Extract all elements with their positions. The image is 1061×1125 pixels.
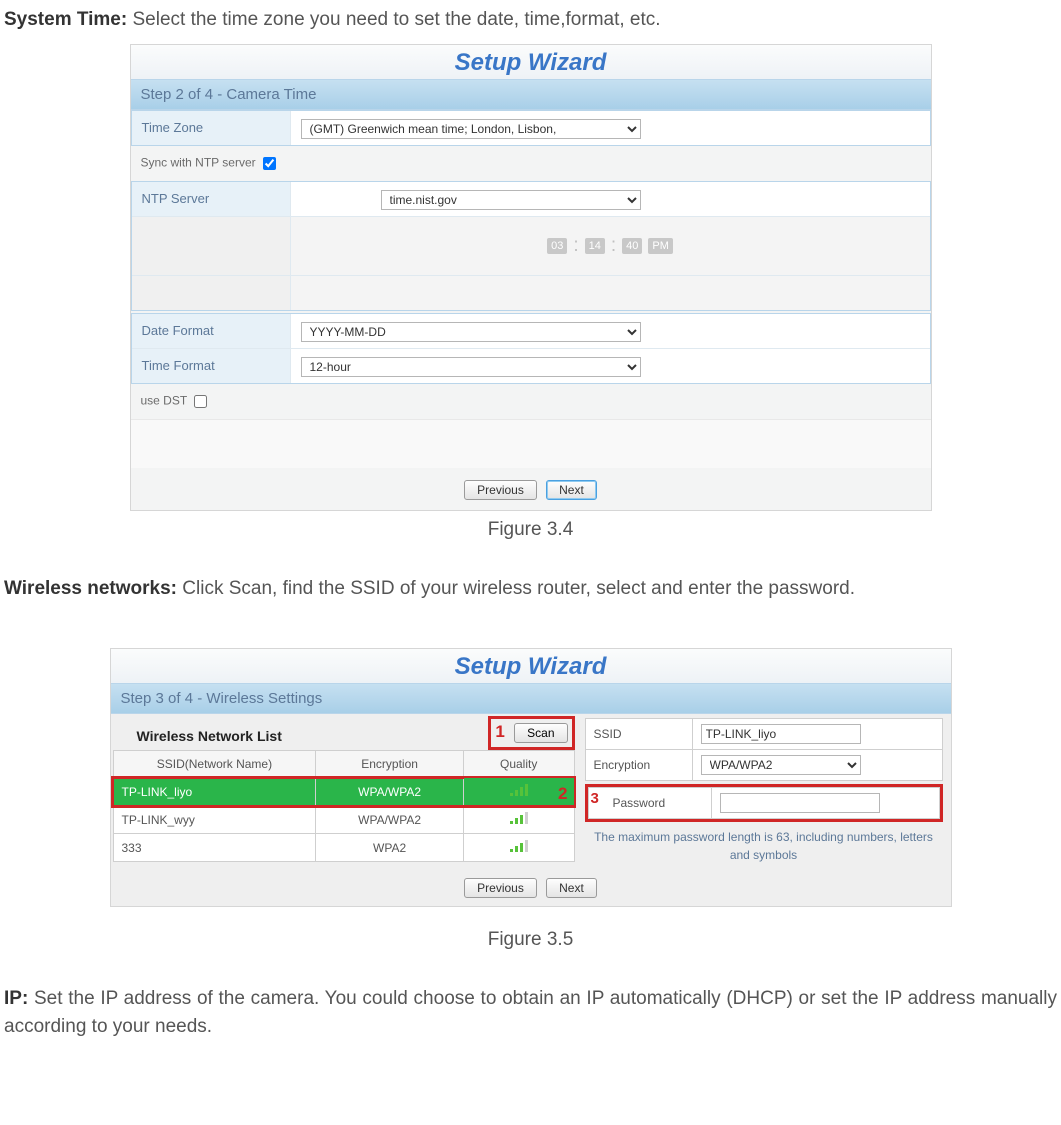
wizard-title-2: Setup Wizard	[455, 653, 607, 680]
callout-1: 1	[495, 722, 504, 741]
cell-ssid: TP-LINK_wyy	[113, 806, 316, 834]
row-time-format: Time Format 12-hour	[132, 349, 930, 383]
nav-buttons-2: Previous Next	[113, 870, 949, 906]
wireless-text: Click Scan, find the SSID of your wirele…	[177, 578, 855, 599]
password-label: Password	[588, 788, 711, 819]
cell-quality	[463, 806, 574, 834]
dst-label: use DST	[141, 393, 187, 407]
password-hint: The maximum password length is 63, inclu…	[585, 822, 943, 870]
password-callout: Password	[585, 784, 943, 822]
manual-time-ghost: 03: 14: 40 PM	[301, 221, 920, 271]
th-enc: Encryption	[316, 751, 464, 778]
figure-3-5-caption: Figure 3.5	[4, 929, 1057, 951]
timezone-select[interactable]: (GMT) Greenwich mean time; London, Lisbo…	[301, 119, 641, 139]
cell-enc: WPA/WPA2	[316, 806, 464, 834]
row-manual-time: 03: 14: 40 PM	[132, 217, 930, 276]
password-input[interactable]	[720, 793, 880, 813]
ip-text: Set the IP address of the camera. You co…	[4, 988, 1057, 1037]
wizard-title-bar-2: Setup Wizard	[111, 649, 951, 683]
wizard-camera-time: Setup Wizard Step 2 of 4 - Camera Time T…	[130, 44, 932, 511]
mm-ghost: 14	[585, 238, 605, 254]
dst-row: use DST	[131, 384, 931, 419]
step-bar-2: Step 3 of 4 - Wireless Settings	[111, 683, 951, 714]
ntp-form: NTP Server time.nist.gov 03: 14: 40 PM	[131, 181, 931, 311]
row-timezone: Time Zone (GMT) Greenwich mean time; Lon…	[132, 111, 930, 145]
wireless-list-panel: Wireless Network List 1 Scan SSID(Networ…	[113, 716, 575, 870]
time-format-label: Time Format	[132, 349, 291, 383]
hh-ghost: 03	[547, 238, 567, 254]
table-row[interactable]: 333 WPA2	[113, 834, 574, 862]
next-button[interactable]: Next	[546, 480, 597, 500]
system-time-paragraph: System Time: Select the time zone you ne…	[4, 6, 1057, 34]
wizard-title-bar: Setup Wizard	[131, 45, 931, 79]
ntp-server-label: NTP Server	[132, 182, 291, 216]
wireless-paragraph: Wireless networks: Click Scan, find the …	[4, 575, 1057, 603]
row-password: Password	[588, 788, 939, 819]
ampm-ghost: PM	[648, 238, 673, 254]
cell-ssid: 333	[113, 834, 316, 862]
signal-icon	[510, 840, 528, 852]
cell-ssid: TP-LINK_liyo	[113, 778, 316, 806]
network-table: SSID(Network Name) Encryption Quality TP…	[113, 750, 575, 862]
ssid-input[interactable]	[701, 724, 861, 744]
table-row[interactable]: TP-LINK_wyy WPA/WPA2	[113, 806, 574, 834]
row-sync-button-ghost	[132, 276, 930, 310]
row-date-format: Date Format YYYY-MM-DD	[132, 314, 930, 349]
table-row[interactable]: TP-LINK_liyo WPA/WPA2 2	[113, 778, 574, 806]
table-header-row: SSID(Network Name) Encryption Quality	[113, 751, 574, 778]
wireless-config-panel: SSID Encryption WPA/WPA2 Password	[579, 716, 949, 870]
wireless-lead: Wireless networks:	[4, 578, 177, 599]
signal-icon	[510, 784, 528, 796]
row-encryption: Encryption WPA/WPA2	[585, 750, 942, 781]
previous-button-2[interactable]: Previous	[464, 878, 537, 898]
th-quality: Quality	[463, 751, 574, 778]
row-ssid: SSID	[585, 719, 942, 750]
date-format-label: Date Format	[132, 314, 291, 348]
ntp-sync-row: Sync with NTP server	[131, 146, 931, 181]
figure-3-4-caption: Figure 3.4	[4, 519, 1057, 541]
wizard-title: Setup Wizard	[455, 49, 607, 76]
ntp-sync-label: Sync with NTP server	[141, 155, 256, 169]
cell-quality	[463, 834, 574, 862]
encryption-select[interactable]: WPA/WPA2	[701, 755, 861, 775]
step-bar: Step 2 of 4 - Camera Time	[131, 79, 931, 110]
signal-icon	[510, 812, 528, 824]
ssid-label: SSID	[585, 719, 692, 750]
system-time-text: Select the time zone you need to set the…	[127, 9, 660, 30]
ip-paragraph: IP: Set the IP address of the camera. Yo…	[4, 985, 1057, 1040]
previous-button[interactable]: Previous	[464, 480, 537, 500]
encryption-label: Encryption	[585, 750, 692, 781]
time-form: Time Zone (GMT) Greenwich mean time; Lon…	[131, 110, 931, 146]
dst-checkbox[interactable]	[194, 395, 207, 408]
ip-lead: IP:	[4, 988, 28, 1009]
ss-ghost: 40	[622, 238, 642, 254]
callout-3: 3	[591, 790, 599, 807]
next-button-2[interactable]: Next	[546, 878, 597, 898]
ntp-server-select[interactable]: time.nist.gov	[381, 190, 641, 210]
wizard-wireless: Setup Wizard Step 3 of 4 - Wireless Sett…	[110, 648, 952, 907]
callout-2: 2	[558, 784, 567, 804]
nav-buttons: Previous Next	[131, 468, 931, 510]
ntp-sync-checkbox[interactable]	[263, 157, 276, 170]
date-format-select[interactable]: YYYY-MM-DD	[301, 322, 641, 342]
scan-button[interactable]: Scan	[514, 723, 567, 743]
scan-callout: 1 Scan	[488, 716, 574, 750]
cell-enc: WPA/WPA2	[316, 778, 464, 806]
timezone-label: Time Zone	[132, 111, 291, 145]
th-ssid: SSID(Network Name)	[113, 751, 316, 778]
cell-quality: 2	[463, 778, 574, 806]
format-form: Date Format YYYY-MM-DD Time Format 12-ho…	[131, 313, 931, 384]
wireless-list-title: Wireless Network List	[113, 722, 489, 750]
system-time-lead: System Time:	[4, 9, 127, 30]
cell-enc: WPA2	[316, 834, 464, 862]
row-ntp-server: NTP Server time.nist.gov	[132, 182, 930, 217]
time-format-select[interactable]: 12-hour	[301, 357, 641, 377]
